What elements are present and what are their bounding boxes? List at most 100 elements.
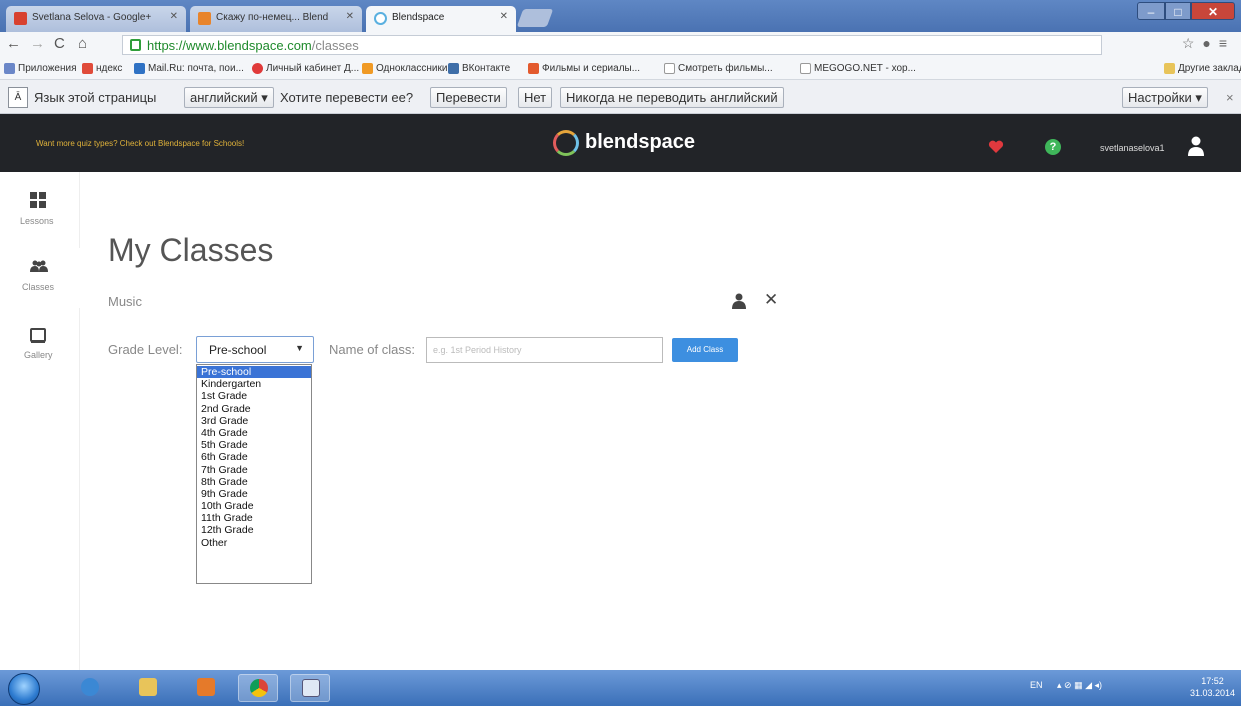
grade-option[interactable]: 2nd Grade <box>197 403 311 415</box>
start-button[interactable] <box>8 673 40 705</box>
clock-date: 31.03.2014 <box>1190 688 1236 698</box>
grade-option[interactable]: 7th Grade <box>197 464 311 476</box>
sidebar-item-classes[interactable]: Classes <box>0 248 80 308</box>
user-icon[interactable] <box>1187 136 1205 156</box>
sidebar-item-label: Classes <box>22 282 55 292</box>
bookmark-item[interactable]: Mail.Ru: почта, пои... <box>134 63 244 74</box>
bookmark-item[interactable]: ВКонтакте <box>448 63 510 74</box>
close-tab-icon[interactable]: ✕ <box>500 11 508 22</box>
chrome-icon <box>250 679 268 697</box>
grade-option[interactable]: Pre-school <box>197 366 311 379</box>
new-tab-button[interactable] <box>516 9 554 27</box>
grade-option[interactable]: 4th Grade <box>197 427 311 439</box>
taskbar-app-explorer[interactable] <box>128 674 168 702</box>
minimize-icon[interactable]: – <box>1137 2 1165 20</box>
other-bookmarks-folder[interactable]: Другие закладки <box>1164 63 1241 74</box>
help-icon[interactable]: ? <box>1045 139 1061 155</box>
sidebar-item-lessons[interactable]: Lessons <box>0 186 80 246</box>
clock[interactable]: 17:52 31.03.2014 <box>1190 675 1235 699</box>
browser-tab[interactable]: Скажу по-немец... Blend ✕ <box>190 6 362 32</box>
grade-selected-value: Pre-school <box>209 343 267 357</box>
chevron-down-icon: ▼ <box>295 343 304 353</box>
odnoklassniki-icon <box>362 63 373 74</box>
page-icon <box>664 63 675 74</box>
grade-option[interactable]: 1st Grade <box>197 390 311 402</box>
class-name[interactable]: Music <box>108 294 142 309</box>
language-select[interactable]: английский ▾ <box>184 87 274 108</box>
close-translate-icon[interactable]: × <box>1226 87 1234 108</box>
grade-option[interactable]: 3rd Grade <box>197 415 311 427</box>
reload-icon[interactable]: C <box>54 35 65 52</box>
people-icon <box>30 260 48 272</box>
grade-level-dropdown: Pre-school Kindergarten 1st Grade 2nd Gr… <box>196 364 312 584</box>
square-icon <box>30 328 46 343</box>
close-tab-icon[interactable]: ✕ <box>170 11 178 22</box>
grade-level-label: Grade Level: <box>108 342 183 357</box>
bookmark-item[interactable]: Одноклассники <box>362 63 447 74</box>
browser-menu-icons[interactable]: ☆●≡ <box>1182 35 1235 52</box>
language-indicator[interactable]: EN <box>1030 680 1043 690</box>
grid-icon <box>30 192 46 208</box>
forward-arrow-icon[interactable]: → <box>30 35 45 52</box>
grade-option[interactable]: 12th Grade <box>197 524 311 536</box>
bookmark-item[interactable]: Смотреть фильмы... <box>664 63 773 74</box>
taskbar-app-window[interactable] <box>290 674 330 702</box>
grade-option[interactable]: Kindergarten <box>197 378 311 390</box>
sidebar-item-label: Gallery <box>24 350 53 360</box>
promo-link[interactable]: Want more quiz types? Check out Blendspa… <box>36 139 244 148</box>
sidebar-item-gallery[interactable]: Gallery <box>0 322 80 372</box>
grade-option[interactable]: 11th Grade <box>197 512 311 524</box>
mail-icon <box>134 63 145 74</box>
taskbar-app-chrome[interactable] <box>238 674 278 702</box>
url-field[interactable]: https://www.blendspace.com/classes <box>122 35 1102 55</box>
yandex-icon <box>82 63 93 74</box>
bookmark-item[interactable]: ндекс <box>82 63 122 74</box>
maximize-icon[interactable]: □ <box>1165 2 1191 20</box>
folder-icon <box>139 678 157 696</box>
bookmark-item[interactable]: Личный кабинет Д... <box>252 63 359 74</box>
vk-icon <box>448 63 459 74</box>
bookmark-item[interactable]: Приложения <box>4 63 77 74</box>
grade-option[interactable]: 5th Grade <box>197 439 311 451</box>
translate-icon: Ā <box>8 87 28 108</box>
translate-settings-button[interactable]: Настройки ▾ <box>1122 87 1208 108</box>
student-icon[interactable] <box>732 293 746 309</box>
grade-level-select[interactable]: Pre-school ▼ <box>196 336 314 363</box>
add-class-button[interactable]: Add Class <box>672 338 738 362</box>
browser-tab[interactable]: Svetlana Selova - Google+ ✕ <box>6 6 186 32</box>
google-plus-icon <box>14 12 27 25</box>
taskbar-app-ie[interactable] <box>70 674 110 702</box>
blendspace-favicon-icon <box>374 12 387 25</box>
never-translate-button[interactable]: Никогда не переводить английский <box>560 87 784 108</box>
grade-option[interactable]: 9th Grade <box>197 488 311 500</box>
close-window-icon[interactable]: ✕ <box>1191 2 1235 20</box>
system-tray[interactable]: EN ▴ ⊘ ▦ ◢ ◂) <box>1030 680 1102 691</box>
tab-label: Blendspace <box>392 12 445 23</box>
bookmark-item[interactable]: Фильмы и сериалы... <box>528 63 640 74</box>
grade-option[interactable]: 8th Grade <box>197 476 311 488</box>
no-button[interactable]: Нет <box>518 87 553 108</box>
page-title: My Classes <box>108 232 274 268</box>
browser-tab-strip: Svetlana Selova - Google+ ✕ Скажу по-нем… <box>0 0 1241 32</box>
close-tab-icon[interactable]: ✕ <box>346 11 354 22</box>
address-bar: ← → C ⌂ https://www.blendspace.com/class… <box>0 32 1241 58</box>
translate-button[interactable]: Перевести <box>430 87 507 108</box>
tray-icons[interactable]: ▴ ⊘ ▦ ◢ ◂) <box>1057 680 1102 690</box>
grade-option[interactable]: 6th Grade <box>197 451 311 463</box>
class-name-input[interactable] <box>426 337 663 363</box>
heart-icon[interactable] <box>988 140 1004 154</box>
grade-option[interactable]: 10th Grade <box>197 500 311 512</box>
username[interactable]: svetlanaselova1 <box>1100 143 1165 153</box>
back-arrow-icon[interactable]: ← <box>6 35 21 52</box>
home-icon[interactable]: ⌂ <box>78 35 87 52</box>
ie-icon <box>81 678 99 696</box>
cabinet-icon <box>252 63 263 74</box>
window-icon <box>302 679 320 697</box>
taskbar-app-media[interactable] <box>186 674 226 702</box>
close-icon[interactable]: ✕ <box>764 290 778 310</box>
grade-option[interactable]: Other <box>197 537 311 549</box>
class-name-label: Name of class: <box>329 342 415 357</box>
media-player-icon <box>197 678 215 696</box>
bookmark-item[interactable]: MEGOGO.NET - хор... <box>800 63 916 74</box>
browser-tab[interactable]: Blendspace ✕ <box>366 6 516 32</box>
